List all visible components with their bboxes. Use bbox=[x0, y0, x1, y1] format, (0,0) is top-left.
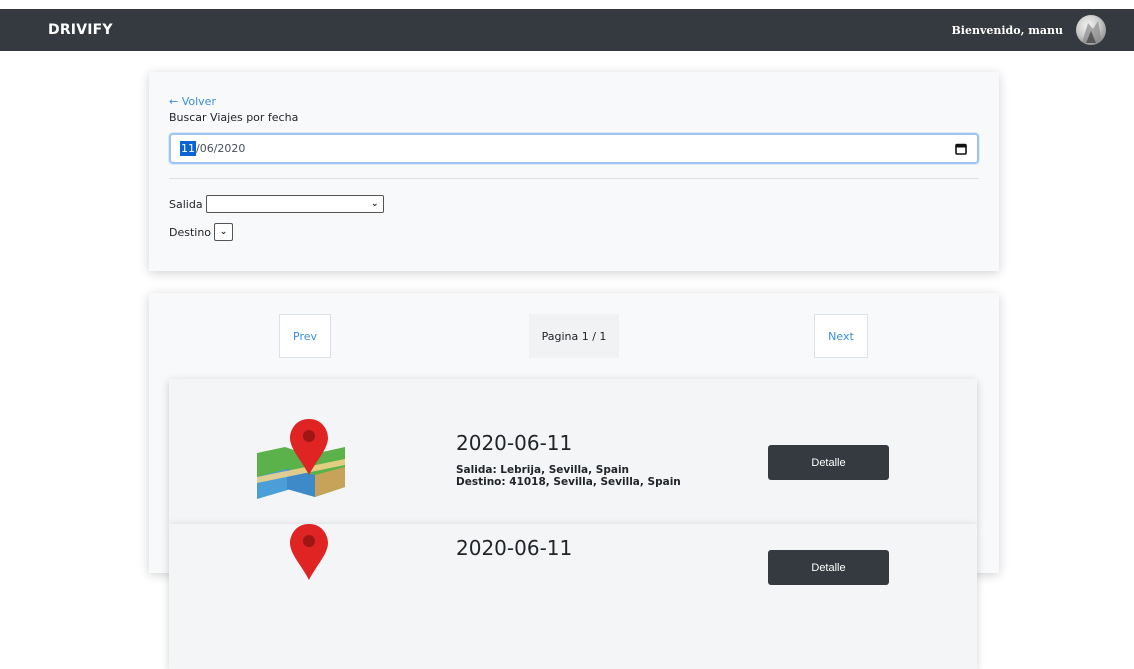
chevron-down-icon: ⌄ bbox=[371, 198, 379, 209]
navbar: DRIVIFY Bienvenido, manu bbox=[0, 9, 1134, 51]
trip-date: 2020-06-11 bbox=[456, 431, 573, 455]
search-date-label: Buscar Viajes por fecha bbox=[169, 111, 299, 124]
trip-date: 2020-06-11 bbox=[456, 536, 573, 560]
date-input[interactable]: 11/06/2020 bbox=[169, 133, 979, 164]
trip-route: Salida: Lebrija, Sevilla, Spain Destino:… bbox=[456, 464, 681, 488]
detail-button[interactable]: Detalle bbox=[768, 550, 889, 585]
destino-label: Destino bbox=[169, 225, 212, 239]
chevron-down-icon: ⌄ bbox=[219, 226, 228, 237]
map-pin-icon bbox=[290, 524, 328, 580]
trip-salida: Salida: Lebrija, Sevilla, Spain bbox=[456, 464, 630, 476]
date-rest-segment: /06/2020 bbox=[196, 142, 246, 155]
map-pin-icon bbox=[257, 419, 345, 499]
salida-select[interactable]: ⌄ bbox=[205, 195, 384, 213]
avatar[interactable] bbox=[1076, 15, 1106, 45]
salida-row: Salida ⌄ bbox=[169, 195, 979, 213]
welcome-text[interactable]: Bienvenido, manu bbox=[952, 24, 1064, 37]
brand-logo[interactable]: DRIVIFY bbox=[48, 22, 113, 38]
prev-button[interactable]: Prev bbox=[279, 314, 331, 358]
divider bbox=[169, 178, 979, 179]
trip-item: 2020-06-11 Detalle bbox=[169, 524, 977, 669]
destino-select[interactable]: ⌄ bbox=[214, 223, 234, 241]
results-card: Prev Pagina 1 / 1 Next 2020-06-11 Salida… bbox=[149, 293, 999, 669]
search-card: ← Volver Buscar Viajes por fecha 11/06/2… bbox=[149, 72, 999, 271]
trip-destino: Destino: 41018, Sevilla, Sevilla, Spain bbox=[456, 476, 681, 488]
trip-item: 2020-06-11 Salida: Lebrija, Sevilla, Spa… bbox=[169, 379, 977, 524]
date-day-segment: 11 bbox=[180, 141, 196, 156]
date-value: 11/06/2020 bbox=[180, 141, 246, 156]
back-link[interactable]: ← Volver bbox=[169, 95, 979, 108]
user-area: Bienvenido, manu bbox=[952, 15, 1106, 45]
next-button[interactable]: Next bbox=[814, 314, 868, 358]
detail-button[interactable]: Detalle bbox=[768, 445, 889, 480]
destino-row: Destino ⌄ bbox=[169, 223, 979, 241]
calendar-icon[interactable] bbox=[955, 143, 967, 155]
page-indicator: Pagina 1 / 1 bbox=[529, 314, 619, 358]
salida-label: Salida bbox=[169, 197, 203, 211]
